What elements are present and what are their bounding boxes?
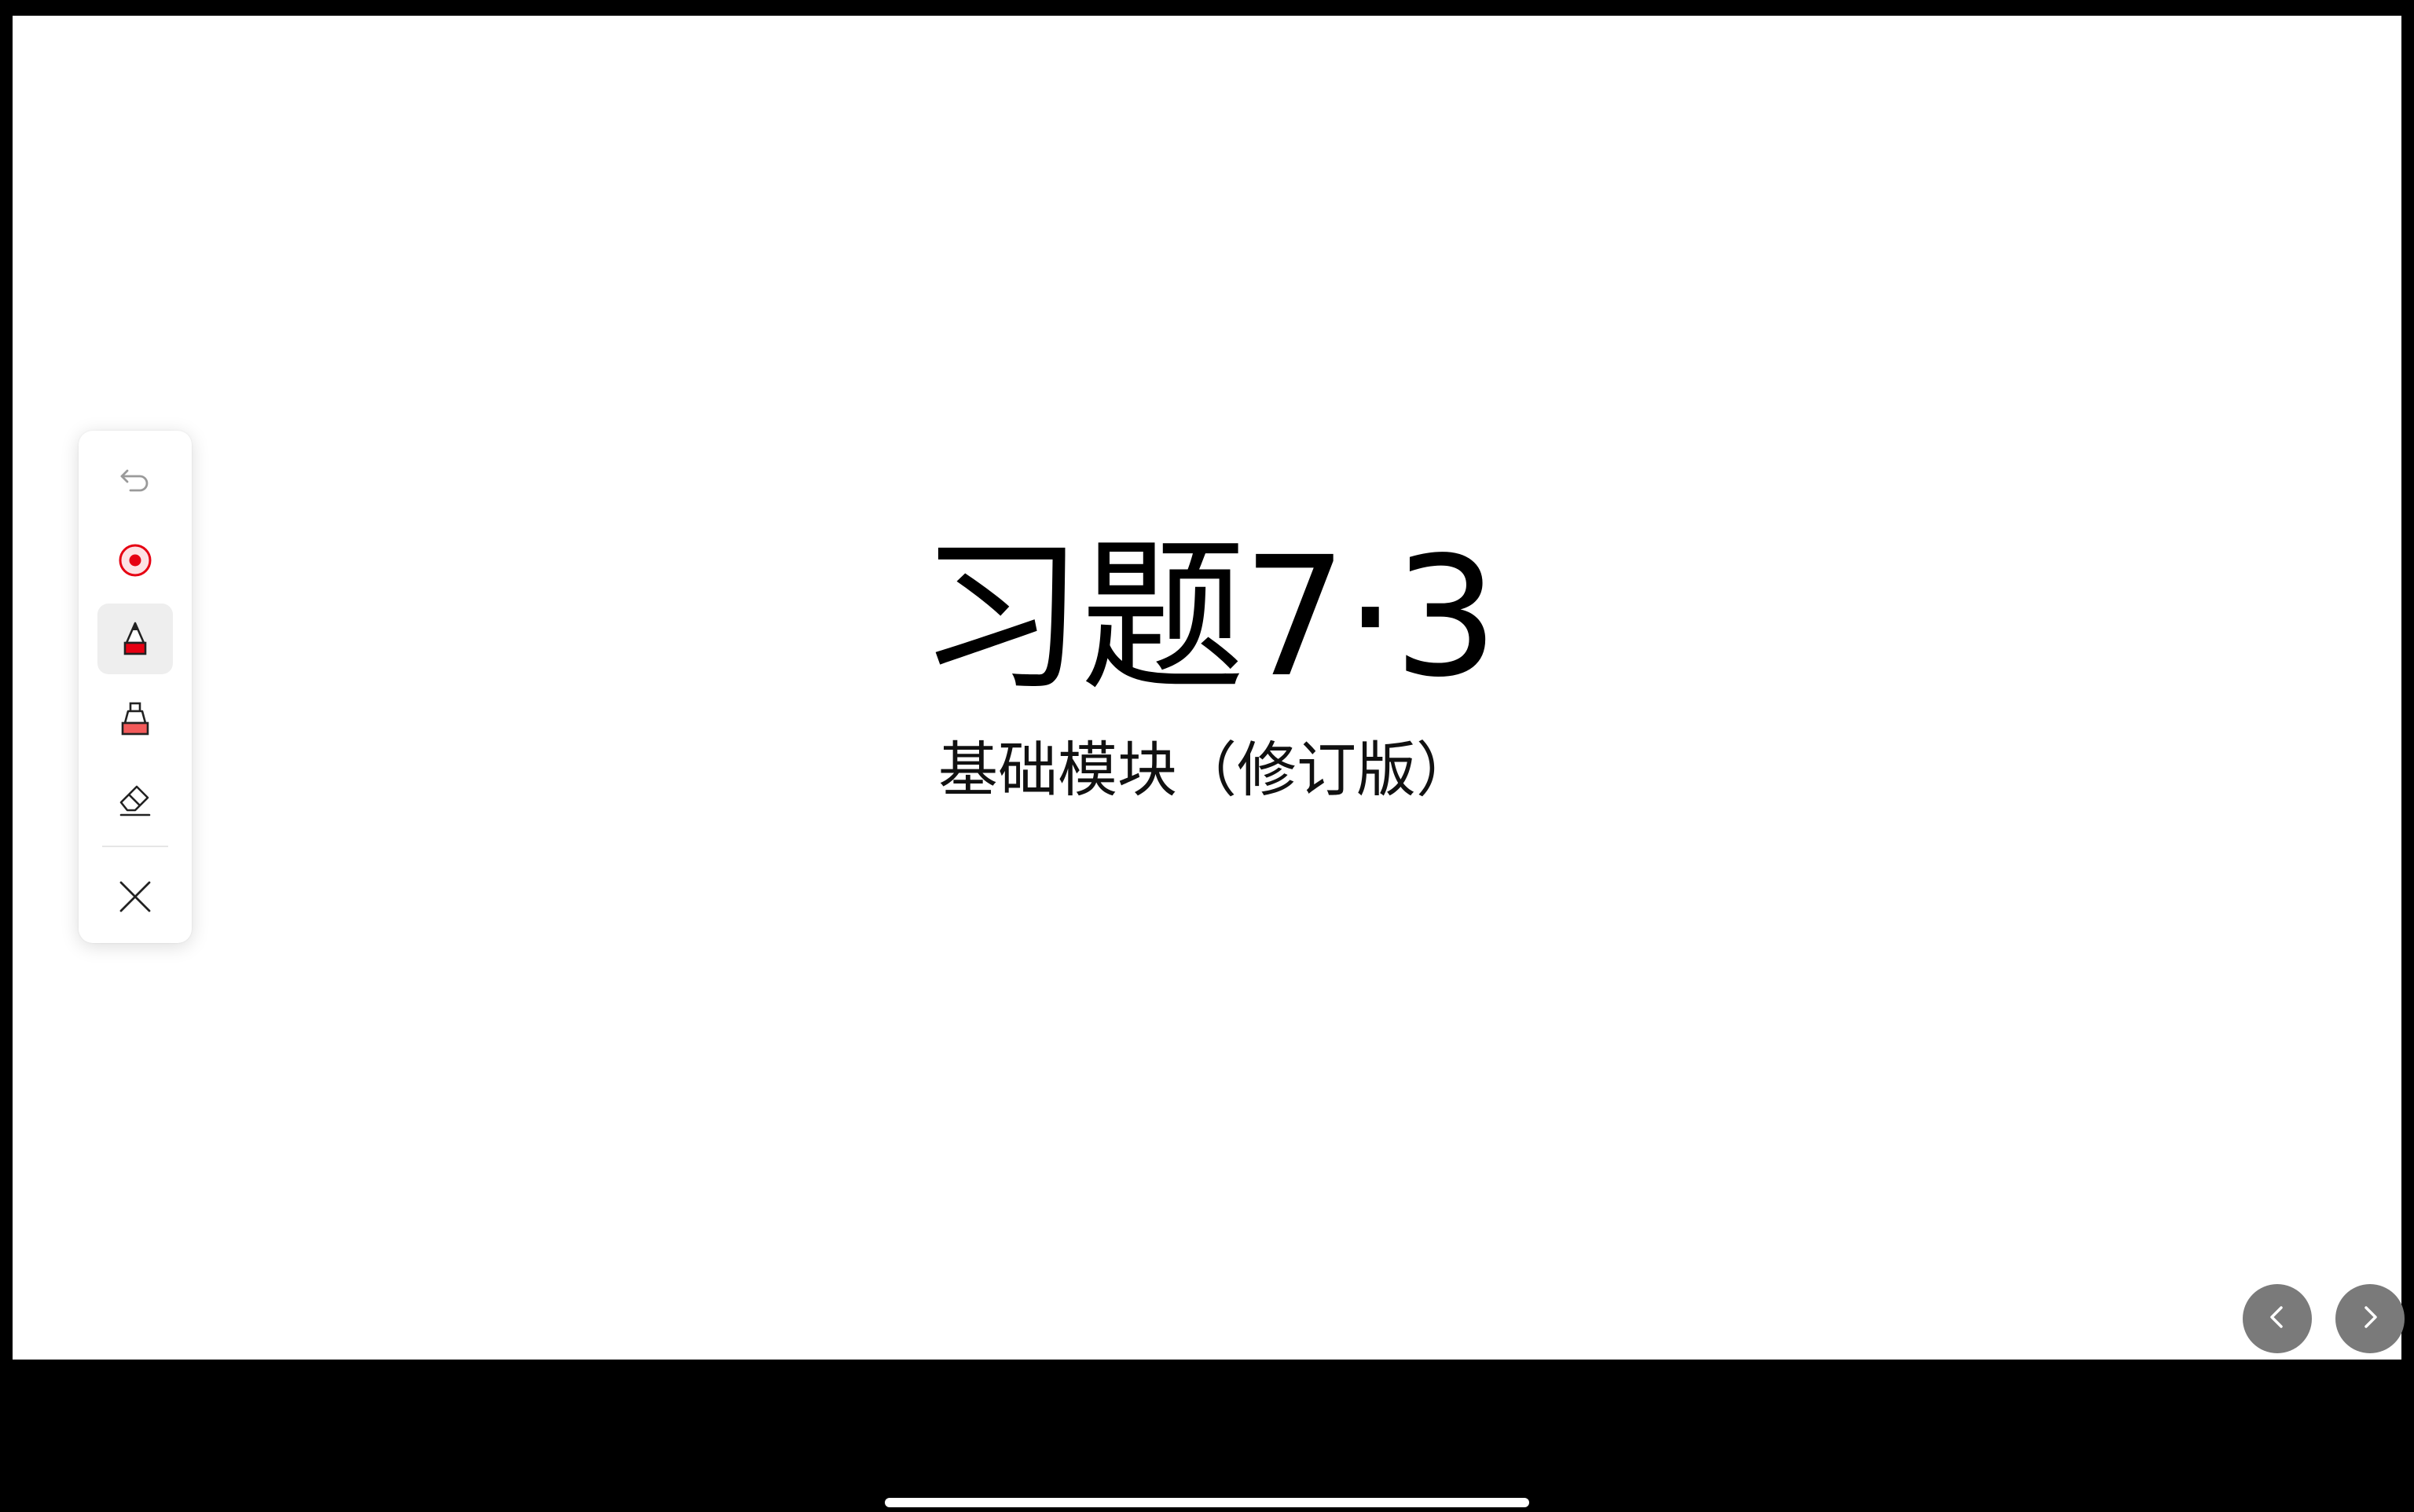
pen-icon <box>116 619 155 659</box>
laser-pointer-button[interactable] <box>97 525 173 596</box>
laser-pointer-icon <box>116 541 154 579</box>
close-icon <box>116 878 154 916</box>
chevron-left-icon <box>2262 1301 2293 1336</box>
close-toolbar-button[interactable] <box>97 861 173 932</box>
toolbar-divider <box>102 846 168 847</box>
highlighter-button[interactable] <box>97 684 173 754</box>
pen-button[interactable] <box>97 604 173 674</box>
drawing-toolbar <box>79 431 192 943</box>
eraser-button[interactable] <box>97 764 173 835</box>
slide-subtitle: 基础模块（修订版） <box>938 735 1476 805</box>
next-slide-button[interactable] <box>2335 1284 2405 1353</box>
home-indicator[interactable] <box>885 1498 1529 1507</box>
app-screen: 习题7·3 基础模块（修订版） <box>0 0 2414 1512</box>
eraser-icon <box>115 779 156 820</box>
slide-canvas[interactable]: 习题7·3 基础模块（修订版） <box>13 16 2405 1360</box>
chevron-right-icon <box>2354 1301 2386 1336</box>
undo-icon <box>116 461 154 499</box>
previous-slide-button[interactable] <box>2243 1284 2312 1353</box>
undo-button[interactable] <box>97 445 173 516</box>
slide-title: 习题7·3 <box>919 521 1499 714</box>
highlighter-icon <box>116 699 155 739</box>
